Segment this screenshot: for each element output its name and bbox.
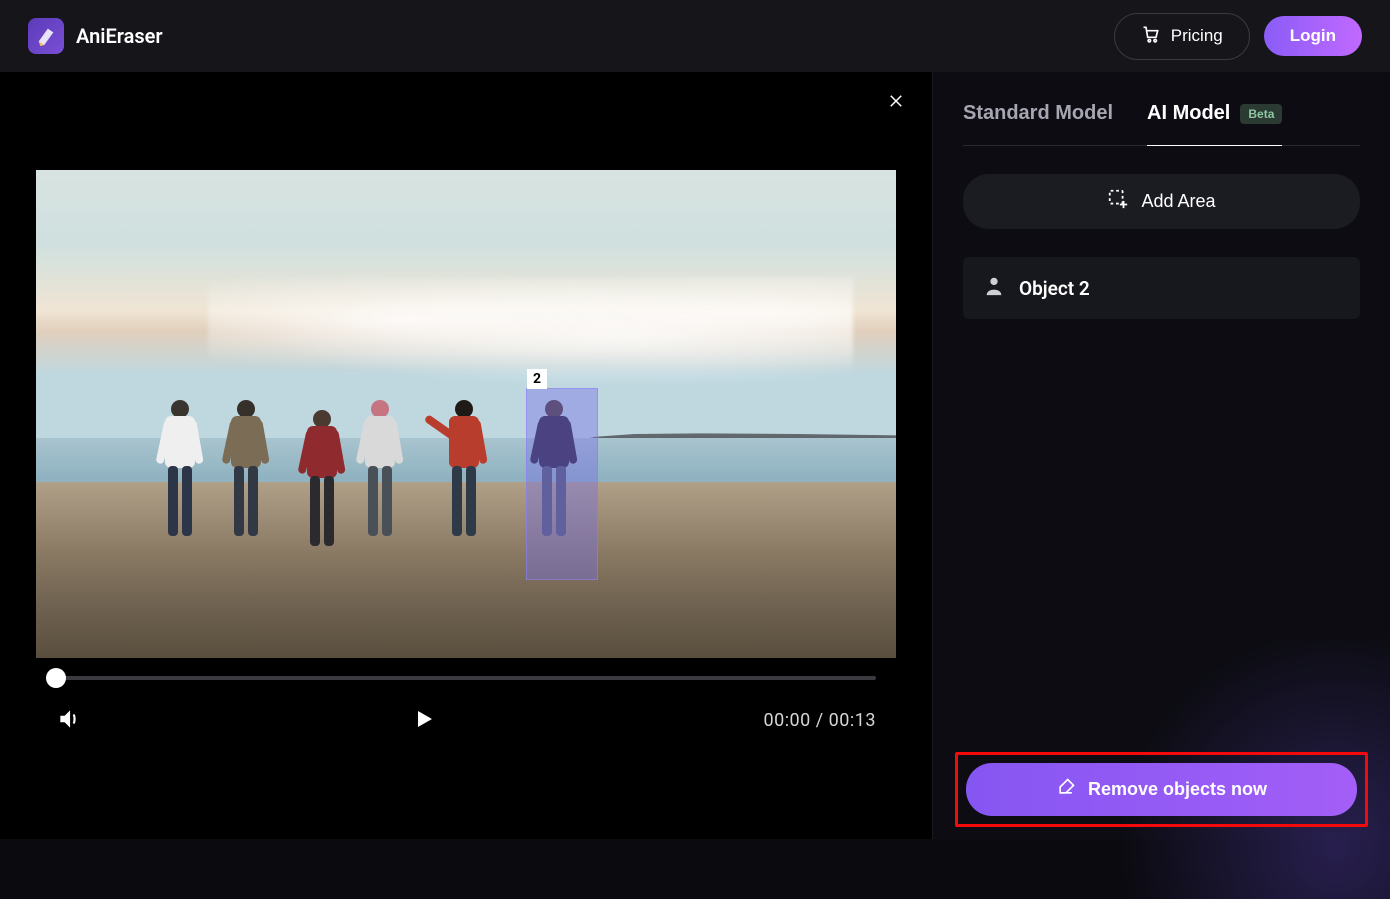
- scene-person: [356, 400, 404, 570]
- object-item[interactable]: Object 2: [963, 257, 1360, 319]
- app-logo-icon: [28, 18, 64, 54]
- volume-button[interactable]: [56, 706, 82, 735]
- model-tabs: Standard Model AI Model Beta: [963, 96, 1360, 146]
- remove-section: Remove objects now: [963, 740, 1360, 819]
- header-actions: Pricing Login: [1114, 13, 1362, 60]
- app-name: AniEraser: [76, 24, 163, 48]
- person-icon: [983, 275, 1005, 301]
- app-header: AniEraser Pricing Login: [0, 0, 1390, 72]
- add-area-icon: [1107, 188, 1129, 215]
- beta-badge: Beta: [1240, 104, 1282, 124]
- logo-row: AniEraser: [28, 18, 163, 54]
- play-button[interactable]: [411, 707, 435, 734]
- tab-ai-model[interactable]: AI Model Beta: [1147, 96, 1282, 131]
- object-label: Object 2: [1019, 277, 1090, 300]
- timeline-track[interactable]: [56, 676, 876, 680]
- video-preview[interactable]: 2: [36, 170, 896, 658]
- main-area: 2 00:00 / 00:13: [0, 72, 1390, 839]
- remove-highlight-box: Remove objects now: [955, 752, 1368, 827]
- scene-person: [156, 400, 204, 570]
- volume-icon: [56, 706, 82, 735]
- remove-label: Remove objects now: [1088, 779, 1267, 800]
- pricing-label: Pricing: [1171, 26, 1223, 46]
- scene-person: [222, 400, 270, 570]
- player-controls: 00:00 / 00:13: [56, 706, 876, 735]
- time-separator: /: [811, 710, 829, 731]
- add-area-label: Add Area: [1141, 191, 1215, 212]
- sidebar: Standard Model AI Model Beta Add Area Ob…: [932, 72, 1390, 839]
- time-total: 00:13: [829, 710, 876, 731]
- timeline-thumb[interactable]: [46, 668, 66, 688]
- close-icon: [887, 92, 905, 113]
- scene-person: [298, 410, 346, 560]
- time-display: 00:00 / 00:13: [763, 710, 876, 731]
- editor-panel: 2 00:00 / 00:13: [0, 72, 932, 839]
- tab-standard-model[interactable]: Standard Model: [963, 96, 1113, 131]
- close-button[interactable]: [882, 88, 910, 116]
- login-button[interactable]: Login: [1264, 16, 1362, 56]
- timeline: [56, 676, 876, 680]
- brush-icon: [1056, 777, 1076, 802]
- object-selection-box[interactable]: 2: [526, 388, 598, 580]
- remove-objects-button[interactable]: Remove objects now: [966, 763, 1357, 816]
- cart-icon: [1141, 24, 1161, 49]
- pricing-button[interactable]: Pricing: [1114, 13, 1250, 60]
- play-icon: [411, 707, 435, 734]
- tab-ai-label: AI Model: [1147, 102, 1230, 125]
- selection-number: 2: [527, 369, 547, 389]
- scene-person: [440, 400, 488, 570]
- add-area-button[interactable]: Add Area: [963, 174, 1360, 229]
- time-current: 00:00: [763, 710, 810, 731]
